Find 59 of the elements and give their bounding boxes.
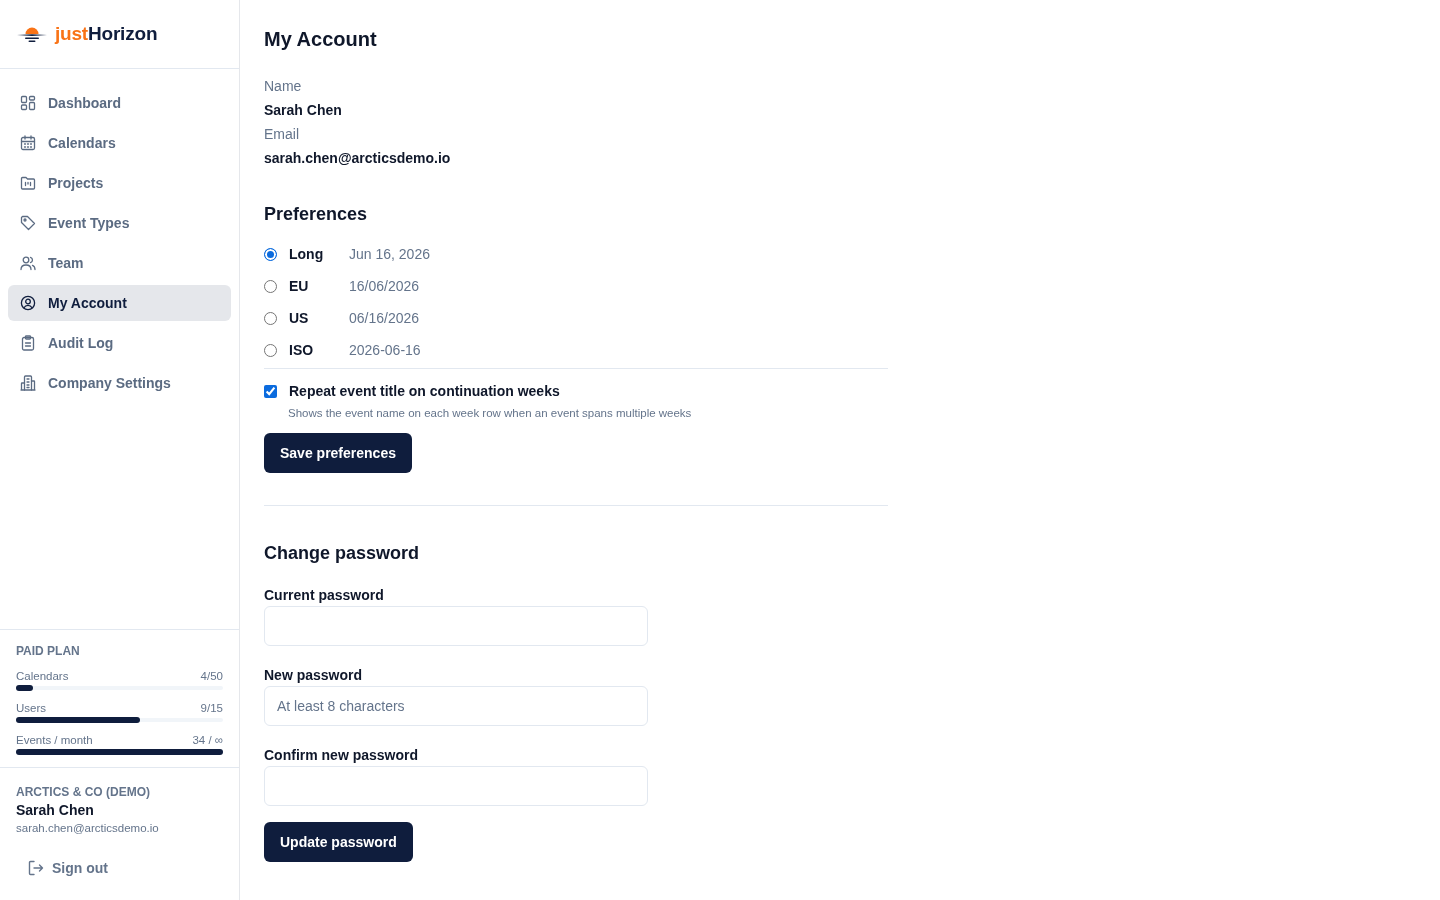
plan-title: PAID PLAN (16, 643, 81, 659)
radio-button[interactable] (264, 343, 277, 357)
user-email: sarah.chen@arcticsdemo.io (16, 821, 160, 836)
checkbox[interactable] (264, 384, 277, 398)
password-input[interactable] (264, 606, 648, 646)
usage-reading: 9/15 (200, 701, 223, 716)
section-heading: Preferences (264, 203, 368, 226)
radio-label: US (289, 310, 310, 326)
update-password-button[interactable]: Update password (264, 822, 413, 862)
profile-field-value: Sarah Chen (264, 101, 342, 120)
usage-reading: 4/50 (200, 669, 223, 684)
building-icon (20, 375, 36, 391)
people-icon (20, 255, 36, 271)
usage-label: Users (16, 701, 47, 716)
dashboard-grid-icon (20, 95, 36, 111)
user-name: Sarah Chen (16, 801, 95, 820)
usage-label: Calendars (16, 669, 69, 684)
sidebar-nav-item[interactable]: Event Types (8, 205, 231, 241)
sidebar-nav-item[interactable]: Team (8, 245, 231, 281)
profile-field-label: Email (264, 125, 299, 144)
radio-button[interactable] (264, 247, 277, 261)
clipboard-icon (20, 335, 36, 351)
profile-field-label: Name (264, 77, 302, 96)
sign-out-icon (28, 860, 44, 876)
section-heading: Change password (264, 542, 420, 565)
brand-name: justHorizon (55, 23, 158, 45)
date-example: 2026-06-16 (349, 342, 421, 358)
sidebar-nav-item[interactable]: Company Settings (8, 365, 231, 401)
password-input[interactable]: At least 8 characters (264, 686, 648, 726)
sign-out-button[interactable]: Sign out (16, 850, 120, 886)
date-example: 06/16/2026 (349, 310, 420, 326)
radio-label: ISO (289, 342, 315, 358)
password-field-label: Current password (264, 586, 384, 605)
sidebar-nav-item[interactable]: My Account (8, 285, 231, 321)
sidebar-nav-item[interactable]: Dashboard (8, 85, 231, 121)
profile-field-value: sarah.chen@arcticsdemo.io (264, 149, 451, 168)
checkbox-hint: Shows the event name on each week row when an event spans multiple weeks (288, 406, 692, 421)
usage-reading: 34 / ∞ (192, 733, 223, 748)
password-input[interactable] (264, 766, 648, 806)
date-example: Jun 16, 2026 (349, 246, 430, 262)
radio-label: EU (289, 278, 310, 294)
sidebar-nav-item[interactable]: Calendars (8, 125, 231, 161)
password-field-label: New password (264, 666, 363, 685)
organization-name: ARCTICS & CO (DEMO) (16, 784, 151, 800)
page-title: My Account (264, 27, 377, 52)
sidebar-nav-item[interactable]: Audit Log (8, 325, 231, 361)
date-example: 16/06/2026 (349, 278, 420, 294)
save-preferences-button[interactable]: Save preferences (264, 433, 412, 473)
usage-label: Events / month (16, 733, 93, 748)
password-field-label: Confirm new password (264, 746, 419, 765)
calendar-icon (20, 135, 36, 151)
sidebar-nav-item[interactable]: Projects (8, 165, 231, 201)
radio-label: Long (289, 246, 325, 262)
tag-icon (20, 215, 36, 231)
radio-button[interactable] (264, 279, 277, 293)
radio-button[interactable] (264, 311, 277, 325)
folder-icon (20, 175, 36, 191)
checkbox-label: Repeat event title on continuation weeks (289, 383, 560, 399)
user-circle-icon (20, 295, 36, 311)
